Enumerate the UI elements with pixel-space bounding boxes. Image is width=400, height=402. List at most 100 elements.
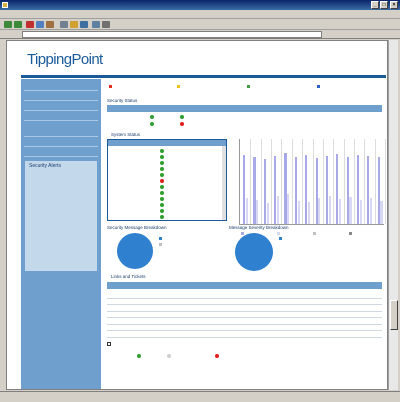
logo-text: TippingPoint (27, 51, 103, 68)
status-ok-icon (160, 214, 164, 219)
legend-swatch (159, 243, 162, 246)
status-bar (0, 391, 400, 402)
status-ok-icon (160, 208, 164, 213)
chart-gridline (333, 139, 335, 224)
refresh-checkbox[interactable] (107, 342, 111, 346)
status-ok-icon (150, 115, 154, 119)
chart-bar (349, 197, 352, 224)
chart-gridline (281, 139, 283, 224)
panel-scrollbar[interactable] (222, 146, 226, 220)
favorites-icon[interactable] (70, 21, 78, 28)
stop-icon[interactable] (26, 21, 34, 28)
unknown-icon (167, 354, 171, 358)
sidebar-divider (24, 156, 98, 157)
pie-slice (235, 233, 273, 271)
logo: TippingPoint (27, 51, 103, 68)
chart-bar (266, 202, 269, 224)
page-scrollbar[interactable] (388, 40, 398, 390)
sidebar-divider (24, 120, 98, 121)
chart-bar (245, 198, 248, 224)
legend-swatch (317, 85, 320, 88)
sidebar-divider (24, 90, 98, 91)
msg-sev-breakdown-pie (235, 233, 273, 271)
address-input[interactable] (22, 31, 322, 38)
security-alerts-title: Security Alerts (29, 163, 61, 169)
sidebar-divider (24, 146, 98, 147)
scrollbar-thumb[interactable] (390, 300, 398, 330)
status-ok-icon (160, 190, 164, 195)
chart-bar (307, 201, 311, 224)
msg-breakdown-title: Security Message Breakdown (107, 225, 167, 230)
alert-icon (215, 354, 219, 358)
search-icon[interactable] (60, 21, 68, 28)
sidebar-divider (24, 110, 98, 111)
close-button[interactable]: × (390, 1, 398, 9)
legend-swatch (277, 232, 280, 235)
security-alerts-panel: Security Alerts (25, 161, 97, 271)
system-status-panel (107, 139, 227, 221)
status-ok-icon (160, 160, 164, 165)
chart-bar (370, 198, 373, 224)
chart-bar (339, 199, 342, 224)
msg-sev-breakdown-title: Message Severity Breakdown (229, 225, 289, 230)
row-divider (107, 323, 382, 325)
chart-bar (297, 200, 300, 224)
status-ok-icon (160, 172, 164, 177)
sidebar-divider (24, 100, 98, 101)
minimize-button[interactable]: _ (371, 1, 379, 9)
status-ok-icon (160, 166, 164, 171)
refresh-icon[interactable] (36, 21, 44, 28)
chart-bar (276, 196, 280, 224)
chart-gridline (385, 139, 386, 224)
status-ok-icon (160, 184, 164, 189)
back-icon[interactable] (4, 21, 12, 28)
msg-breakdown-pie (117, 233, 153, 269)
chart-gridline (374, 139, 376, 224)
chart-gridline (353, 139, 355, 224)
chart-gridline (271, 139, 273, 224)
legend-swatch (313, 232, 316, 235)
status-ok-icon (180, 115, 184, 119)
chart-gridline (322, 139, 324, 224)
ok-icon (137, 354, 141, 358)
legend-swatch (177, 85, 180, 88)
maximize-button[interactable]: □ (380, 1, 388, 9)
header-rule (21, 75, 386, 78)
status-ok-icon (160, 154, 164, 159)
row-divider (107, 317, 382, 318)
system-status-title: System Status (111, 132, 141, 137)
chart-gridline (250, 139, 252, 224)
chart-bar (380, 200, 383, 224)
row-divider (107, 304, 382, 305)
chart-bar (287, 193, 290, 224)
address-bar (0, 30, 400, 39)
chart-bar (318, 198, 321, 224)
security-status-title: Security Status (107, 98, 138, 103)
chart-bar (256, 199, 259, 224)
status-ok-icon (150, 122, 154, 126)
status-legend (107, 83, 382, 93)
home-icon[interactable] (46, 21, 54, 28)
status-ok-icon (160, 202, 164, 207)
chart-bar (359, 199, 362, 224)
history-icon[interactable] (80, 21, 88, 28)
status-ok-icon (160, 148, 164, 153)
toolbar (0, 19, 400, 30)
chart-bar (328, 195, 331, 224)
chart-gridline (312, 139, 314, 224)
legend-swatch (349, 232, 352, 235)
row-divider (107, 336, 382, 338)
footer-legend (107, 353, 382, 377)
page-viewport: TippingPoint Security Alerts Security St… (6, 40, 388, 390)
mail-icon[interactable] (92, 21, 100, 28)
legend-swatch (279, 237, 282, 240)
chart-gridline (364, 139, 366, 224)
print-icon[interactable] (102, 21, 110, 28)
chart-gridline (260, 139, 262, 224)
vuln-chart-area (239, 139, 386, 225)
status-alert-icon (180, 122, 184, 126)
status-alert-icon (160, 178, 164, 183)
legend-swatch (247, 85, 250, 88)
links-tickets-header (107, 282, 382, 289)
forward-icon[interactable] (14, 21, 22, 28)
